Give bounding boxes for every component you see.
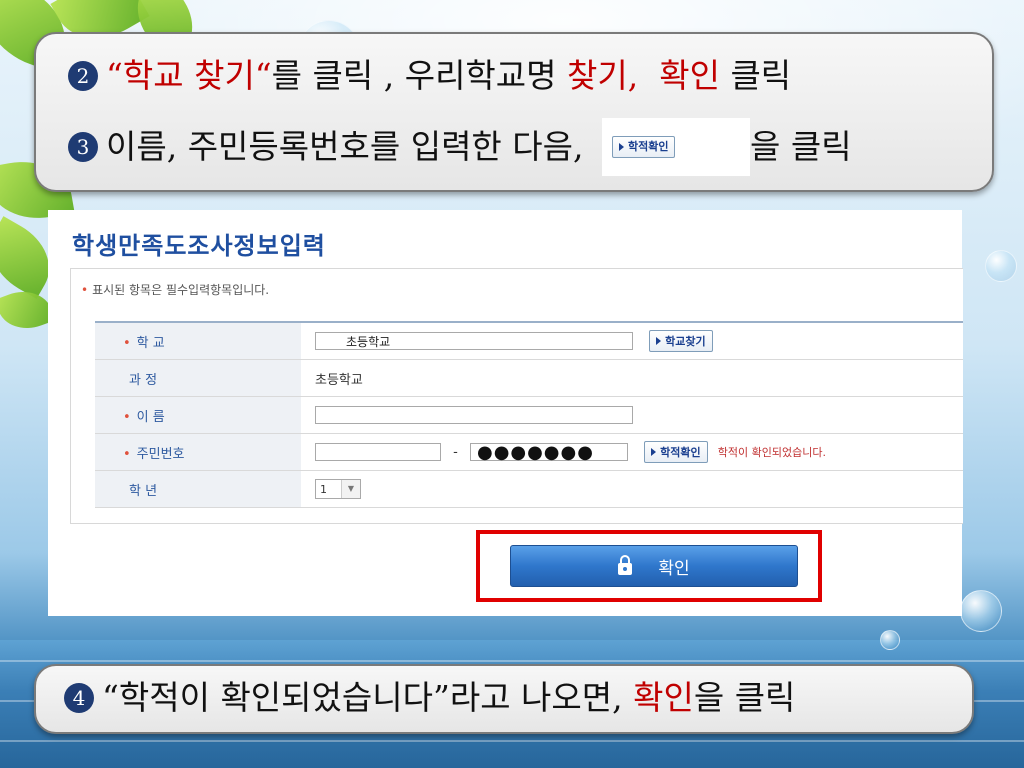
dash: - [453,444,458,460]
instruction-text: 를 클릭 , 우리학교명 [271,56,568,95]
instruction-text: 을 클릭 [749,127,852,166]
instruction-text: 이름, 주민등록번호를 입력한 다음, [106,127,594,166]
table-row: • 주민번호 - ●●●●●●● 학적확인 학적이 확인되었습니다. [95,433,963,471]
name-input[interactable] [315,406,633,424]
row-value-resident-number: - ●●●●●●● 학적확인 학적이 확인되었습니다. [301,433,963,471]
highlight-confirm: 확인 [633,678,694,717]
wave-line [0,740,1024,742]
button-label: 학적확인 [660,446,701,459]
form-box: • 표시된 항목은 필수입력항목입니다. • 학 교 초등학교 학교찾기 과 정 초… [70,268,963,524]
instruction-callout-bottom: 4 “학적이 확인되었습니다”라고 나오면, 확인을 클릭 [34,664,974,734]
button-label: 학적확인 [627,140,669,153]
instruction-step-4: 4 “학적이 확인되었습니다”라고 나오면, 확인을 클릭 [64,678,795,718]
required-marker: • [81,283,89,297]
find-school-button[interactable]: 학교찾기 [649,330,713,352]
row-label-school: • 학 교 [95,321,301,360]
bubble-decoration [880,630,900,650]
required-marker: • [123,335,131,351]
row-value-school: 초등학교 학교찾기 [301,321,963,360]
quote-school-find: “학교 찾기“ [106,56,272,95]
table-row: 학 년 1 ▼ [95,470,963,508]
instruction-callout-top: 2 “학교 찾기“를 클릭 , 우리학교명 찾기, 확인 클릭 3 이름, 주민등록… [34,32,994,192]
required-marker: • [123,409,131,425]
instruction-step-3: 3 이름, 주민등록번호를 입력한 다음, 학적확인 을 클릭 [68,118,852,178]
step-number-3: 3 [68,132,98,162]
row-label-text: 이 름 [136,409,165,425]
row-label-course: 과 정 [95,359,301,397]
highlight-confirm: 확인 [659,56,720,95]
instruction-text: “학적이 확인되었습니다”라고 나오면, [102,678,634,717]
school-input[interactable]: 초등학교 [315,332,633,350]
row-value-course: 초등학교 [301,359,963,397]
table-row: • 학 교 초등학교 학교찾기 [95,321,963,360]
table-row: • 이 름 [95,396,963,434]
table-row: 과 정 초등학교 [95,359,963,397]
row-value-name [301,396,963,434]
play-arrow-icon [651,448,657,456]
row-label-resident-number: • 주민번호 [95,433,301,471]
row-label-text: 학 년 [129,483,158,499]
row-label-text: 주민번호 [136,446,185,462]
form-title: 학생만족도조사정보입력 [72,232,326,260]
step-number-4: 4 [64,683,94,713]
resident-number-first-input[interactable] [315,443,441,461]
academic-check-button[interactable]: 학적확인 [644,441,708,463]
required-note-text: 표시된 항목은 필수입력항목입니다. [92,283,270,297]
resident-number-second-input[interactable]: ●●●●●●● [469,443,628,462]
academic-confirmed-message: 학적이 확인되었습니다. [717,446,826,459]
highlight-box [476,530,822,602]
row-label-grade: 학 년 [95,470,301,508]
required-note: • 표시된 항목은 필수입력항목입니다. [81,281,269,298]
bubble-decoration [985,250,1017,282]
bubble-decoration [960,590,1002,632]
row-label-name: • 이 름 [95,396,301,434]
step-number-2: 2 [68,61,98,91]
grade-select-value: 1 [320,483,327,496]
required-marker: • [123,446,131,462]
button-label: 학교찾기 [665,335,706,348]
wave-line [0,660,1024,662]
row-label-text: 과 정 [129,372,158,388]
grade-select[interactable]: 1 ▼ [315,479,361,499]
row-value-grade: 1 ▼ [301,470,963,508]
instruction-step-2: 2 “학교 찾기“를 클릭 , 우리학교명 찾기, 확인 클릭 [68,56,791,96]
row-label-text: 학 교 [136,335,165,351]
button-preview-box: 학적확인 [601,118,750,176]
play-arrow-icon [618,143,624,151]
instruction-text: 을 클릭 [693,678,796,717]
chevron-down-icon: ▼ [341,480,360,498]
instruction-text: 클릭 [719,56,792,95]
academic-check-button-preview: 학적확인 [611,136,676,158]
play-arrow-icon [656,337,662,345]
highlight-find: 찾기, [567,56,639,95]
student-info-table: • 학 교 초등학교 학교찾기 과 정 초등학교 • 이 름 • 주민번호 - … [95,321,963,508]
